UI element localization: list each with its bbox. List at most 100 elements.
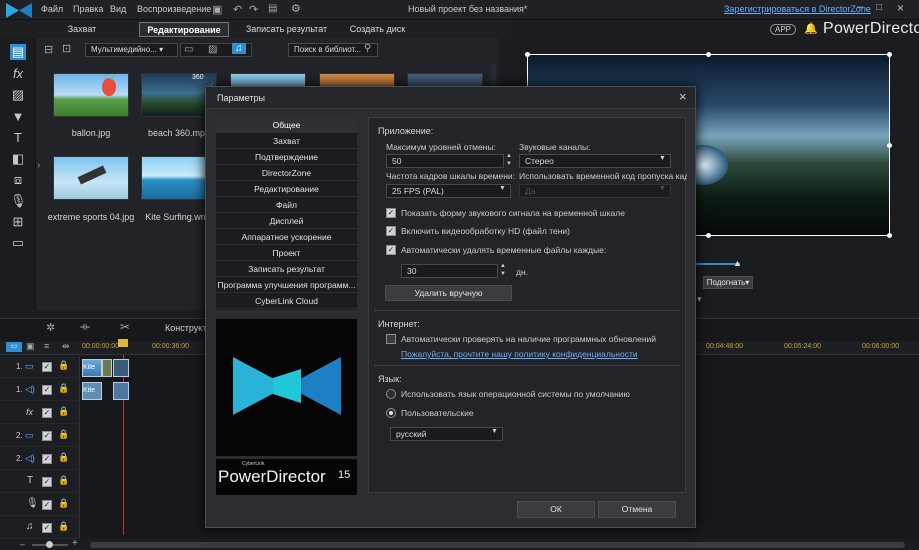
app-badge[interactable]: APP (770, 24, 797, 35)
category-improvement-program[interactable]: Программа улучшения программ... (216, 278, 357, 293)
undo-spinner-icon[interactable]: ▲ ▼ (506, 152, 512, 168)
category-directorzone[interactable]: DirectorZone (216, 166, 357, 181)
zoom-in-icon[interactable]: + (72, 538, 78, 549)
particle-room-icon[interactable]: ▼ (10, 109, 26, 125)
lock-icon[interactable]: 🔒 (58, 406, 69, 417)
project-settings-icon[interactable]: ▤ (268, 3, 277, 14)
category-produce[interactable]: Записать результат (216, 262, 357, 277)
zoom-out-icon[interactable]: – (20, 539, 25, 549)
resize-handle[interactable] (887, 52, 892, 57)
category-cyberlink-cloud[interactable]: CyberLink Cloud (216, 294, 357, 309)
track-enable-checkbox[interactable]: ✓ (42, 408, 52, 418)
lock-icon[interactable]: 🔒 (58, 498, 69, 509)
category-project[interactable]: Проект (216, 246, 357, 261)
save-icon[interactable]: ▣ (212, 3, 222, 16)
fit-dropdown[interactable]: Подогнать▾ (703, 276, 753, 289)
title-room-icon[interactable]: T (10, 130, 26, 146)
voiceover-icon[interactable]: 🎙 (10, 193, 27, 209)
lock-icon[interactable]: 🔒 (58, 383, 69, 394)
close-icon[interactable]: × (679, 89, 687, 104)
days-input[interactable]: 30 (401, 264, 498, 278)
audio-channels-dropdown[interactable]: Стерео (519, 154, 671, 168)
thumb-extreme-sports[interactable] (53, 156, 129, 200)
track-enable-checkbox[interactable]: ✓ (42, 454, 52, 464)
chapter-room-icon[interactable]: ⊞ (10, 214, 26, 230)
menu-file[interactable]: Файл (41, 4, 63, 14)
lock-icon[interactable]: 🔒 (58, 521, 69, 532)
import-icon[interactable]: ⊟ (44, 43, 53, 56)
collapse-panel-icon[interactable]: › (37, 160, 40, 171)
lock-icon[interactable]: 🔒 (58, 475, 69, 486)
cancel-button[interactable]: Отмена (598, 501, 676, 518)
media-room-icon[interactable]: ▤ (10, 44, 26, 60)
hd-shadow-checkbox[interactable]: ✓ (386, 226, 396, 236)
timeline-clip-video[interactable] (113, 359, 129, 377)
tab-capture[interactable]: Захват (47, 22, 117, 37)
preview-dropdown-icon[interactable]: ▾ (697, 294, 702, 305)
gear-icon[interactable]: ⚙ (291, 2, 301, 15)
resize-handle[interactable] (887, 143, 892, 148)
maximize-icon[interactable]: □ (876, 2, 882, 13)
undo-levels-input[interactable]: 50 (386, 154, 504, 168)
playhead[interactable] (118, 339, 128, 347)
timeline-view-icon[interactable]: ▭ (6, 342, 22, 352)
timeline-clip-audio[interactable] (113, 382, 129, 400)
register-link[interactable]: Зарегистрироваться в DirectorZone (724, 4, 871, 14)
category-general[interactable]: Общее (216, 118, 357, 133)
library-filter-dropdown[interactable]: Мультимедийно... ▾ (85, 43, 178, 57)
resize-handle[interactable] (706, 52, 711, 57)
search-icon[interactable]: ⚲ (364, 43, 371, 54)
resize-handle[interactable] (525, 52, 530, 57)
minimize-icon[interactable]: – (857, 1, 863, 13)
subtitle-room-icon[interactable]: ▭ (10, 235, 26, 251)
notification-icon[interactable]: 🔔 (804, 22, 818, 35)
track-enable-checkbox[interactable]: ✓ (42, 431, 52, 441)
category-editing[interactable]: Редактирование (216, 182, 357, 197)
fx-room-icon[interactable]: fx (10, 66, 26, 82)
scissors-icon[interactable]: ✂ (120, 320, 130, 334)
category-hardware-acceleration[interactable]: Аппаратное ускорение (216, 230, 357, 245)
menu-view[interactable]: Вид (110, 4, 126, 14)
close-window-icon[interactable]: × (897, 1, 904, 15)
redo-icon[interactable]: ↷ (249, 3, 258, 16)
delete-manually-button[interactable]: Удалить вручную (385, 285, 512, 301)
plugins-icon[interactable]: ⊡ (62, 42, 71, 55)
track-enable-checkbox[interactable]: ✓ (42, 477, 52, 487)
check-updates-checkbox[interactable] (386, 334, 396, 344)
storyboard-view-icon[interactable]: ▣ (26, 341, 35, 352)
track-enable-checkbox[interactable]: ✓ (42, 362, 52, 372)
category-file[interactable]: Файл (216, 198, 357, 213)
language-dropdown[interactable]: русский (390, 427, 503, 441)
image-filter-icon[interactable]: ▨ (208, 44, 217, 55)
resize-handle[interactable] (706, 233, 711, 238)
menu-edit[interactable]: Правка (73, 4, 103, 14)
ok-button[interactable]: ОК (517, 501, 595, 518)
tab-produce[interactable]: Записать результат (244, 22, 329, 37)
lock-icon[interactable]: 🔒 (58, 452, 69, 463)
fps-dropdown[interactable]: 25 FPS (PAL) (386, 184, 511, 198)
zoom-slider-thumb[interactable] (46, 541, 53, 548)
privacy-policy-link[interactable]: Пожалуйста, прочтите нашу политику конфи… (401, 349, 638, 359)
lock-icon[interactable]: 🔒 (58, 429, 69, 440)
music-filter-icon[interactable]: ♫ (232, 43, 246, 54)
split-icon[interactable]: ⟛ (80, 321, 90, 334)
magic-tools-icon[interactable]: ✲ (46, 321, 55, 334)
timeline-scrollbar[interactable] (90, 542, 905, 548)
lock-icon[interactable]: 🔒 (58, 360, 69, 371)
transition-room-icon[interactable]: ◧ (10, 151, 26, 167)
system-language-radio[interactable] (386, 389, 396, 399)
fit-timeline-icon[interactable]: ⇹ (62, 341, 70, 352)
resize-handle[interactable] (887, 233, 892, 238)
auto-delete-checkbox[interactable]: ✓ (386, 245, 396, 255)
playhead-marker-icon[interactable]: ▲ (733, 258, 742, 268)
timeline-clip-audio[interactable]: Kite (82, 382, 102, 400)
timeline-clip-video[interactable]: Kite (82, 359, 102, 377)
category-display[interactable]: Дисплей (216, 214, 357, 229)
track-enable-checkbox[interactable]: ✓ (42, 523, 52, 533)
track-enable-checkbox[interactable]: ✓ (42, 385, 52, 395)
tab-create-disc[interactable]: Создать диск (340, 22, 415, 37)
timeline-clip-video[interactable] (102, 359, 112, 377)
pip-room-icon[interactable]: ▨ (10, 87, 26, 103)
days-spinner-icon[interactable]: ▲ ▼ (500, 262, 506, 278)
audio-mixing-icon[interactable]: ⧈ (10, 172, 26, 188)
